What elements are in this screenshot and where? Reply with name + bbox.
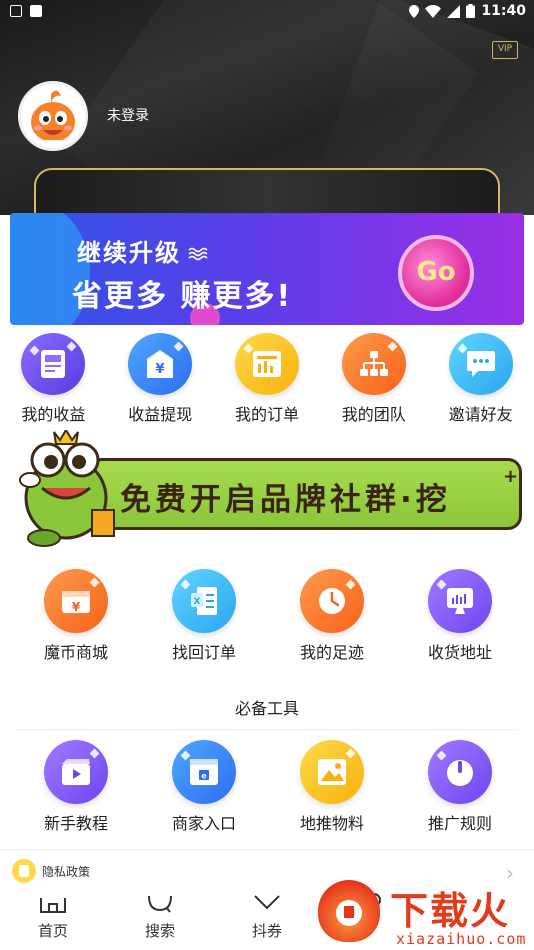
location-icon — [409, 4, 420, 18]
home-icon — [40, 898, 66, 913]
nav-coupon[interactable]: 抖券 — [227, 892, 307, 941]
wave-icon — [188, 247, 208, 261]
menu-item-rules[interactable]: 推广规则 — [396, 740, 524, 834]
menu-item-label: 魔币商城 — [43, 643, 108, 662]
menu-item-recover-order[interactable]: X 找回订单 — [140, 569, 268, 663]
menu-item-invite[interactable]: 邀请好友 — [427, 333, 534, 425]
menu-item-label: 地推物料 — [299, 814, 364, 833]
recover-order-icon: X — [172, 569, 236, 633]
menu-item-footprint[interactable]: 我的足迹 — [268, 569, 396, 663]
merchant-entry-icon: e — [172, 740, 236, 804]
watermark-title: 下载火 — [390, 889, 511, 933]
tools-menu: 新手教程 e 商家入口 地推物料 推广规则 — [12, 740, 534, 834]
menu-item-merchant[interactable]: e 商家入口 — [140, 740, 268, 834]
menu-item-label: 收益提现 — [128, 405, 193, 424]
menu-item-label: 商家入口 — [171, 814, 236, 833]
privacy-label: 隐私政策 — [42, 864, 91, 879]
menu-item-label: 邀请好友 — [448, 405, 513, 424]
mascot-avatar-icon — [31, 90, 75, 148]
notification-icons — [10, 5, 42, 17]
menu-item-coin-mall[interactable]: ¥ 魔币商城 — [12, 569, 140, 663]
menu-item-income[interactable]: 我的收益 — [0, 333, 107, 425]
banner-subheadline: 省更多 赚更多! — [72, 279, 293, 314]
orders-icon — [234, 333, 299, 395]
nav-search[interactable]: 搜索 — [120, 892, 200, 941]
invite-icon — [448, 333, 513, 395]
menu-item-label: 我的足迹 — [299, 643, 364, 662]
notification-icon — [10, 5, 22, 17]
svg-text:¥: ¥ — [156, 362, 165, 377]
income-icon — [21, 333, 86, 395]
status-bar: 11:40 — [0, 0, 534, 24]
quick-menu: 我的收益 ¥ 收益提现 我的订单 我的团队 邀请好友 — [0, 333, 534, 425]
materials-image-icon — [300, 740, 364, 804]
nav-label: 抖券 — [251, 922, 282, 940]
promotion-rules-icon — [428, 740, 492, 804]
notification-icon — [30, 5, 42, 17]
nav-home[interactable]: 首页 — [13, 892, 93, 941]
menu-item-address[interactable]: 收货地址 — [396, 569, 524, 663]
tools-section-title: 必备工具 — [234, 699, 299, 718]
status-time: 11:40 — [481, 3, 526, 19]
profile-header: 11:40 VIP 未登录 — [0, 0, 534, 215]
battery-icon — [466, 4, 476, 18]
banner-headline: 继续升级 — [77, 239, 181, 267]
menu-item-label: 我的收益 — [21, 405, 86, 424]
withdraw-icon: ¥ — [128, 333, 193, 395]
team-icon — [341, 333, 406, 395]
divider — [0, 849, 534, 850]
go-button[interactable]: Go — [398, 235, 474, 311]
menu-item-label: 我的团队 — [341, 405, 406, 424]
community-promo-banner[interactable]: 免费开启品牌社群·挖 + — [10, 430, 524, 550]
menu-item-materials[interactable]: 地推物料 — [268, 740, 396, 834]
promo-text: 免费开启品牌社群·挖 — [120, 482, 451, 518]
tutorial-video-icon — [44, 740, 108, 804]
menu-item-label: 新手教程 — [43, 814, 108, 833]
svg-text:e: e — [201, 772, 207, 781]
menu-item-orders[interactable]: 我的订单 — [214, 333, 321, 425]
watermark-url: xiazaihuo.com — [396, 930, 527, 948]
vip-card — [34, 168, 500, 215]
address-icon — [428, 569, 492, 633]
menu-item-tutorial[interactable]: 新手教程 — [12, 740, 140, 834]
menu-item-label: 推广规则 — [427, 814, 492, 833]
login-status[interactable]: 未登录 — [107, 105, 149, 125]
wifi-icon — [425, 4, 442, 18]
nav-label: 首页 — [37, 922, 68, 940]
site-watermark: 下载火 xiazaihuo.com — [314, 878, 534, 950]
upgrade-banner[interactable]: 继续升级 省更多 赚更多! Go — [10, 213, 524, 325]
svg-text:¥: ¥ — [72, 600, 81, 614]
divider — [16, 729, 518, 730]
footprint-clock-icon — [300, 569, 364, 633]
nav-label: 搜索 — [144, 922, 175, 940]
services-menu: ¥ 魔币商城 X 找回订单 我的足迹 收货地址 — [12, 569, 534, 663]
system-indicators: 11:40 — [409, 3, 526, 19]
svg-text:X: X — [194, 597, 201, 607]
menu-item-label: 找回订单 — [171, 643, 236, 662]
menu-item-withdraw[interactable]: ¥ 收益提现 — [107, 333, 214, 425]
privacy-policy-link[interactable]: 隐私政策 — [12, 859, 90, 883]
signal-icon — [447, 4, 461, 18]
menu-item-label: 收货地址 — [427, 643, 492, 662]
vip-badge[interactable]: VIP — [492, 41, 518, 59]
avatar[interactable] — [18, 81, 88, 151]
menu-item-label: 我的订单 — [234, 405, 299, 424]
document-icon — [12, 859, 36, 883]
frog-mascot-icon — [19, 430, 115, 547]
coupon-icon — [254, 895, 280, 910]
flame-logo-icon — [318, 880, 380, 942]
search-icon — [148, 895, 172, 913]
coin-mall-icon: ¥ — [44, 569, 108, 633]
menu-item-team[interactable]: 我的团队 — [320, 333, 427, 425]
promo-plus: + — [503, 466, 519, 487]
